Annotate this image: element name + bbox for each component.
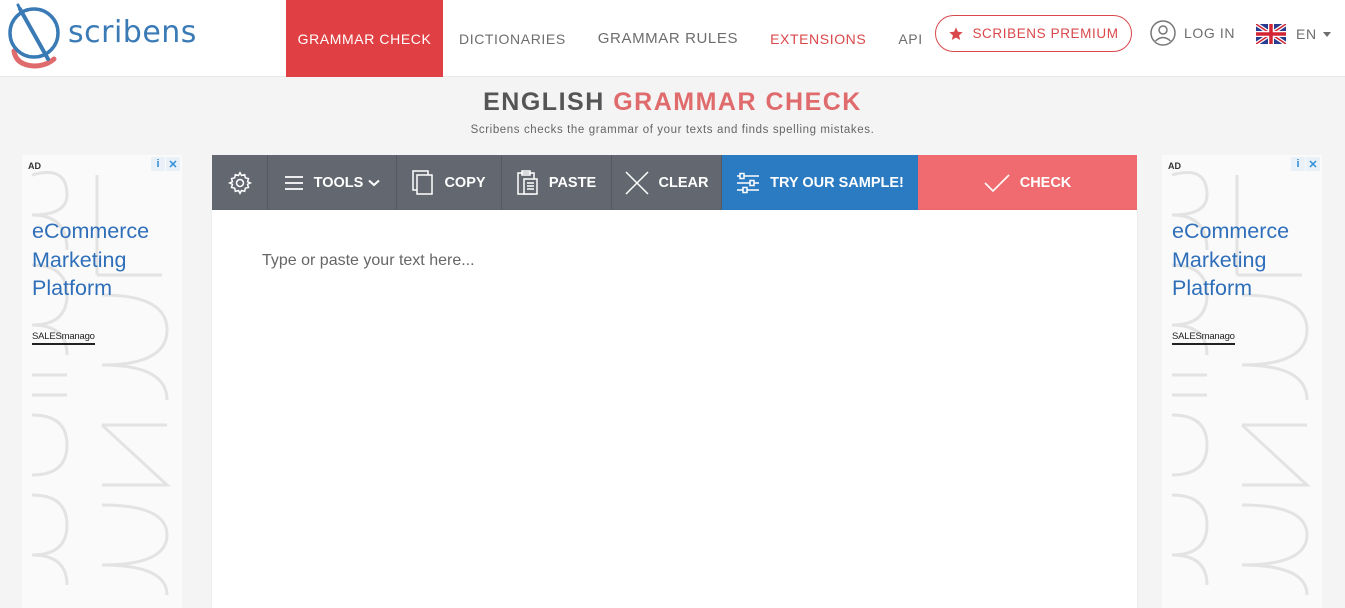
clear-label: CLEAR: [658, 174, 709, 191]
check-label: CHECK: [1019, 174, 1072, 191]
editor-toolbar: TOOLS COPY PASTE CLEAR TRY OUR SAMPLE! C…: [212, 155, 1137, 210]
try-sample-label: TRY OUR SAMPLE!: [770, 174, 904, 191]
user-icon: [1150, 20, 1176, 46]
nav-dictionaries[interactable]: DICTIONARIES: [443, 0, 582, 77]
premium-label: SCRIBENS PREMIUM: [972, 26, 1119, 41]
clear-button[interactable]: CLEAR: [612, 155, 722, 210]
close-icon[interactable]: ✕: [166, 157, 180, 171]
ad-brand: SALESmanago: [32, 331, 95, 345]
language-selector[interactable]: EN: [1256, 23, 1331, 45]
ad-headline: eCommerce Marketing Platform: [32, 217, 177, 303]
copy-icon: [412, 169, 434, 195]
main-nav: GRAMMAR CHECK DICTIONARIES GRAMMAR RULES…: [286, 0, 939, 77]
ad-headline-line: Marketing: [1172, 247, 1267, 272]
page-title: ENGLISH GRAMMAR CHECK: [0, 88, 1345, 117]
nav-grammar-check[interactable]: GRAMMAR CHECK: [286, 0, 443, 77]
scribens-logo-icon: [8, 3, 60, 69]
info-icon[interactable]: i: [1291, 157, 1305, 171]
sliders-icon: [737, 172, 760, 193]
site-header: scribens GRAMMAR CHECK DICTIONARIES GRAM…: [0, 0, 1345, 77]
scribens-logo[interactable]: scribens: [6, 3, 226, 69]
tools-button[interactable]: TOOLS: [268, 155, 397, 210]
nav-extensions[interactable]: EXTENSIONS: [754, 0, 882, 77]
ad-headline-line: Platform: [1172, 276, 1253, 300]
page-subtitle: Scribens checks the grammar of your text…: [470, 124, 875, 136]
close-icon[interactable]: ✕: [1306, 157, 1320, 171]
checkmark-icon: [984, 173, 1010, 192]
chevron-down-icon: [368, 179, 381, 186]
premium-button[interactable]: SCRIBENS PREMIUM: [935, 15, 1132, 52]
info-icon[interactable]: i: [151, 157, 165, 171]
page-title-language: ENGLISH: [483, 88, 605, 116]
ad-brand: SALESmanago: [1172, 331, 1235, 345]
login-button[interactable]: LOG IN: [1150, 19, 1235, 47]
login-label: LOG IN: [1184, 25, 1236, 41]
paste-icon: [517, 169, 538, 195]
chevron-down-icon: [1322, 31, 1331, 37]
star-icon: [949, 26, 964, 40]
ad-headline: eCommerce Marketing Platform: [1172, 217, 1317, 303]
copy-label: COPY: [444, 174, 486, 191]
text-editor: [212, 210, 1137, 608]
tools-label: TOOLS: [313, 174, 364, 191]
ad-right[interactable]: AD i ✕ eCommerce Marketing Platform SALE…: [1162, 155, 1322, 608]
paste-label: PASTE: [548, 174, 597, 191]
copy-button[interactable]: COPY: [397, 155, 502, 210]
paste-button[interactable]: PASTE: [502, 155, 612, 210]
page-title-accent: GRAMMAR CHECK: [613, 88, 862, 116]
brand-name: scribens: [68, 14, 197, 50]
settings-button[interactable]: [212, 155, 268, 210]
uk-flag-icon: [1256, 24, 1286, 44]
menu-icon: [284, 175, 303, 190]
gear-icon: [227, 170, 252, 195]
ad-label: AD: [28, 161, 41, 171]
ad-headline-line: Platform: [32, 276, 113, 300]
ad-headline-line: eCommerce: [32, 219, 150, 243]
ad-choices[interactable]: i ✕: [1291, 157, 1320, 171]
ad-headline-line: eCommerce: [1172, 219, 1290, 243]
nav-api[interactable]: API: [882, 0, 938, 77]
ad-choices[interactable]: i ✕: [151, 157, 180, 171]
try-sample-button[interactable]: TRY OUR SAMPLE!: [722, 155, 918, 210]
language-label: EN: [1296, 26, 1317, 42]
ad-left[interactable]: AD i ✕ eCommerce Marketing Platform SALE…: [22, 155, 182, 608]
check-button[interactable]: CHECK: [918, 155, 1137, 210]
nav-grammar-rules[interactable]: GRAMMAR RULES: [582, 0, 754, 77]
text-input[interactable]: [212, 210, 1137, 608]
ad-headline-line: Marketing: [32, 247, 127, 272]
ad-label: AD: [1168, 161, 1181, 171]
close-icon: [624, 170, 649, 195]
